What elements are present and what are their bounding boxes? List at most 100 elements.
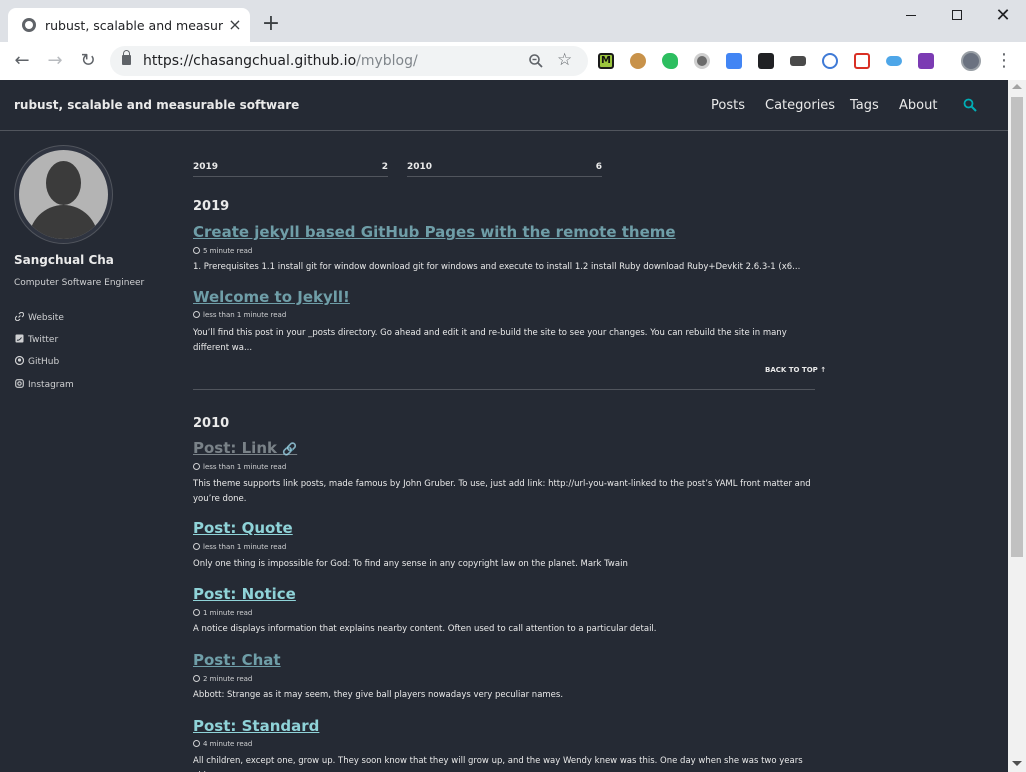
masthead: rubust, scalable and measurable software… (0, 80, 1008, 131)
author-link-instagram[interactable]: Instagram (15, 379, 74, 390)
bookmark-star-icon[interactable]: ☆ (557, 51, 572, 69)
maximize-window-button[interactable] (934, 4, 980, 28)
clock-icon (193, 463, 200, 470)
author-link-label: Instagram (28, 380, 74, 390)
cloud-icon[interactable] (886, 56, 902, 66)
avatar-head-shape (46, 161, 81, 205)
site-title[interactable]: rubust, scalable and measurable software (14, 98, 299, 112)
browser-toolbar: ← → ↻ https://chasangchual.github.io/myb… (0, 42, 1026, 80)
year-nav-2010[interactable]: 2010 6 (407, 162, 602, 177)
pdf-icon[interactable] (854, 53, 870, 69)
globe-icon (22, 18, 36, 32)
zoom-icon[interactable] (528, 53, 544, 69)
author-link-label: Twitter (28, 335, 59, 345)
author-link-label: GitHub (28, 357, 60, 367)
instagram-icon (15, 379, 24, 388)
post-read-time: 2 minute read (193, 675, 252, 683)
search-icon[interactable] (963, 98, 977, 112)
forward-button[interactable]: → (43, 49, 67, 73)
post-title[interactable]: Welcome to Jekyll! (193, 288, 350, 306)
scroll-thumb[interactable] (1011, 97, 1023, 557)
nav-tags[interactable]: Tags (850, 98, 879, 113)
year-nav-count: 2 (381, 162, 388, 172)
read-time-text: 4 minute read (203, 740, 253, 748)
author-bio: Computer Software Engineer (14, 278, 145, 288)
back-button[interactable]: ← (10, 49, 34, 73)
vertical-scrollbar[interactable] (1008, 80, 1026, 772)
lock-icon (122, 50, 131, 65)
year-nav-label: 2010 (407, 162, 433, 172)
tab-strip: rubust, scalable and measurable × + ✕ (0, 0, 1026, 42)
post-excerpt: You’ll find this post in your _posts dir… (193, 328, 787, 353)
post-excerpt: 1. Prerequisites 1.1 install git for win… (193, 262, 801, 272)
link-icon: 🔗 (282, 442, 298, 456)
post-title-link-post[interactable]: Post: Link 🔗 (193, 439, 297, 457)
browser-menu-icon[interactable]: ⋮ (995, 50, 1013, 72)
new-tab-button[interactable]: + (260, 13, 282, 35)
post-read-time: 1 minute read (193, 609, 252, 617)
read-time-text: 1 minute read (203, 609, 253, 617)
link-icon (15, 312, 24, 321)
minimize-window-button[interactable] (888, 4, 934, 28)
author-link-github[interactable]: GitHub (15, 356, 59, 367)
post-read-time: less than 1 minute read (193, 543, 286, 551)
nav-categories[interactable]: Categories (765, 98, 835, 113)
post-excerpt: All children, except one, grow up. They … (193, 756, 803, 772)
url-host: https://chasangchual.github.io (143, 53, 357, 69)
reload-button[interactable]: ↻ (76, 49, 100, 73)
browser-tab[interactable]: rubust, scalable and measurable × (8, 8, 250, 42)
read-time-text: less than 1 minute read (203, 543, 287, 551)
read-time-text: less than 1 minute read (203, 311, 287, 319)
camera-icon[interactable] (790, 56, 806, 66)
nav-posts[interactable]: Posts (711, 98, 745, 113)
back-to-top-link[interactable]: BACK TO TOP ↑ (765, 366, 826, 374)
year-nav-2019[interactable]: 2019 2 (193, 162, 388, 177)
year-nav-count: 6 (595, 162, 602, 172)
post-title: Post: Link (193, 439, 277, 457)
tab-title: rubust, scalable and measurable (45, 18, 223, 33)
read-time-text: 5 minute read (203, 247, 253, 255)
scroll-down-arrow-icon[interactable] (1012, 761, 1022, 766)
cookie-icon[interactable] (630, 53, 646, 69)
address-bar[interactable]: https://chasangchual.github.io/myblog/ ☆ (110, 46, 588, 76)
default-avatar-icon (19, 150, 108, 239)
scroll-up-arrow-icon[interactable] (1012, 84, 1022, 89)
twitter-icon (15, 334, 24, 343)
read-time-text: 2 minute read (203, 675, 253, 683)
avatar-body-shape (29, 205, 98, 239)
browser-chrome: rubust, scalable and measurable × + ✕ ← … (0, 0, 1026, 80)
post-title[interactable]: Create jekyll based GitHub Pages with th… (193, 223, 676, 241)
clock-icon (193, 247, 200, 254)
clock-icon (193, 740, 200, 747)
post-read-time: 5 minute read (193, 247, 252, 255)
tab-extension-icon[interactable] (758, 53, 774, 69)
clock-icon (193, 311, 200, 318)
post-read-time: 4 minute read (193, 740, 252, 748)
post-title[interactable]: Post: Quote (193, 519, 293, 537)
post-title[interactable]: Post: Chat (193, 651, 281, 669)
profile-avatar[interactable] (961, 51, 981, 71)
circle-extension-icon[interactable] (694, 53, 710, 69)
nav-about[interactable]: About (899, 98, 937, 113)
year-nav-label: 2019 (193, 162, 219, 172)
close-window-button[interactable]: ✕ (980, 4, 1026, 28)
onenote-icon[interactable] (918, 53, 934, 69)
url-text[interactable]: https://chasangchual.github.io/myblog/ (143, 53, 418, 69)
calendar-icon[interactable] (726, 53, 742, 69)
post-title[interactable]: Post: Notice (193, 585, 296, 603)
close-tab-icon[interactable]: × (226, 16, 244, 34)
clock-icon (193, 675, 200, 682)
evernote-icon[interactable] (662, 53, 678, 69)
post-excerpt: This theme supports link posts, made fam… (193, 479, 811, 504)
extension-m-icon[interactable]: M (598, 53, 614, 69)
post-excerpt: Abbott: Strange as it may seem, they giv… (193, 690, 564, 700)
post-read-time: less than 1 minute read (193, 463, 286, 471)
author-link-website[interactable]: Website (15, 312, 64, 323)
clock-icon (193, 609, 200, 616)
year-heading-2010: 2010 (193, 416, 230, 431)
compass-icon[interactable] (822, 53, 838, 69)
minimize-icon (906, 15, 916, 16)
author-link-twitter[interactable]: Twitter (15, 334, 58, 345)
post-title[interactable]: Post: Standard (193, 717, 319, 735)
author-name: Sangchual Cha (14, 253, 114, 267)
